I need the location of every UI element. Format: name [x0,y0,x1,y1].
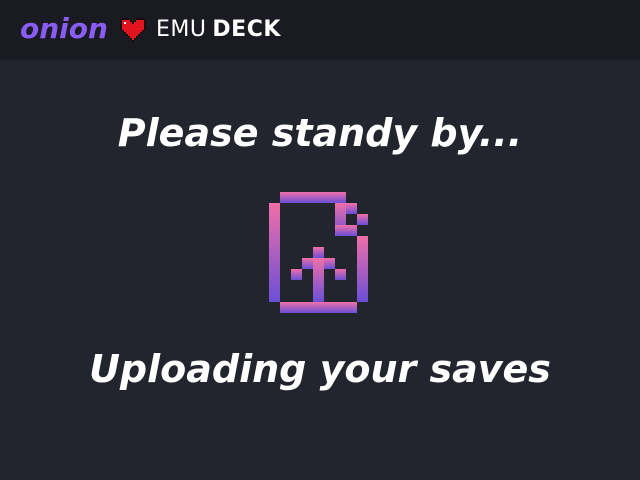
file-upload-icon [269,192,368,313]
emu-logo-text: EMU [155,17,207,42]
onion-logo-text: onion [20,12,108,45]
deck-logo-text: DECK [212,17,281,42]
standby-heading: Please standy by... [117,111,523,155]
pixel-heart-icon [119,18,146,42]
top-bar: onion EMU DECK [0,0,640,60]
upload-status-text: Uploading your saves [89,347,551,391]
